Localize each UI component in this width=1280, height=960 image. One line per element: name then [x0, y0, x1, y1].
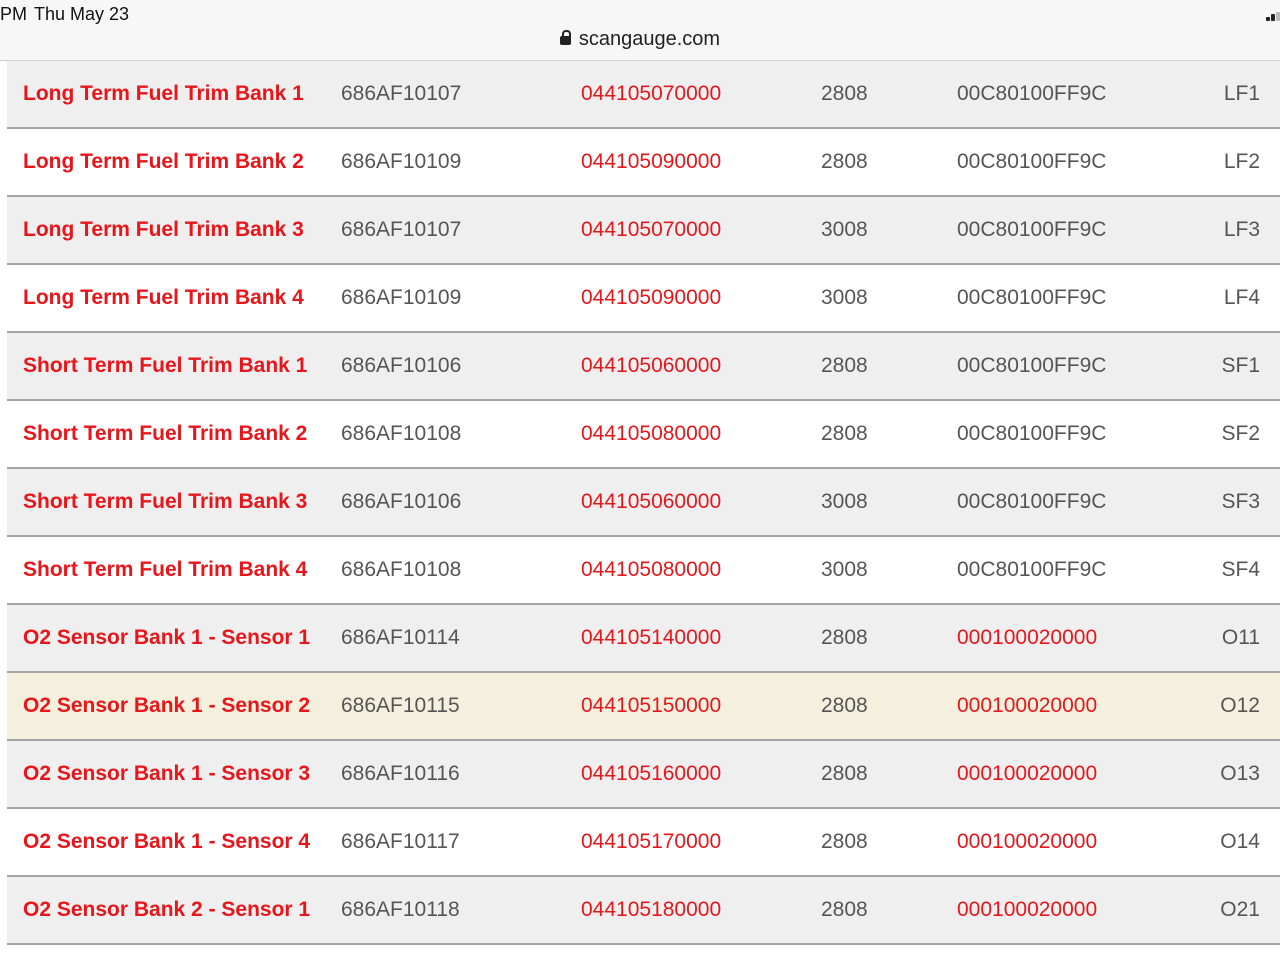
- row-rxd: 2808: [821, 422, 868, 445]
- row-mth: 00C80100FF9C: [957, 82, 1107, 105]
- row-code: LF1: [1223, 82, 1260, 105]
- row-mth: 00C80100FF9C: [957, 150, 1107, 173]
- row-name: Short Term Fuel Trim Bank 1: [23, 354, 308, 377]
- table-row: O2 Sensor Bank 2 - Sensor 1 686AF10118 0…: [7, 877, 1280, 945]
- row-txd: 686AF10117: [341, 830, 460, 853]
- row-mth: 000100020000: [957, 762, 1098, 785]
- row-mth: 00C80100FF9C: [957, 218, 1107, 241]
- row-mth: 000100020000: [957, 830, 1098, 853]
- table-row: Short Term Fuel Trim Bank 2 686AF10108 0…: [7, 401, 1280, 469]
- address-bar[interactable]: scangauge.com: [0, 28, 1280, 51]
- row-txd: 686AF10109: [341, 150, 462, 173]
- row-code: O21: [1220, 898, 1260, 921]
- row-rxd: 3008: [821, 218, 868, 241]
- row-name: Short Term Fuel Trim Bank 3: [23, 490, 308, 513]
- table-row: Long Term Fuel Trim Bank 2 686AF10109 04…: [7, 129, 1280, 197]
- row-mth: 000100020000: [957, 694, 1098, 717]
- row-name: O2 Sensor Bank 1 - Sensor 1: [23, 626, 311, 649]
- table-row: Short Term Fuel Trim Bank 1 686AF10106 0…: [7, 333, 1280, 401]
- row-mth: 000100020000: [957, 626, 1098, 649]
- pid-table: Long Term Fuel Trim Bank 1 686AF10107 04…: [7, 61, 1280, 945]
- address-url: scangauge.com: [578, 28, 721, 50]
- row-txd: 686AF10109: [341, 286, 462, 309]
- table-row: O2 Sensor Bank 1 - Sensor 3 686AF10116 0…: [7, 741, 1280, 809]
- row-rxf: 044105180000: [581, 898, 722, 921]
- row-rxf: 044105090000: [581, 286, 722, 309]
- row-txd: 686AF10108: [341, 422, 462, 445]
- row-rxf: 044105070000: [581, 218, 722, 241]
- row-rxf: 044105070000: [581, 82, 722, 105]
- row-rxd: 2808: [821, 150, 868, 173]
- status-bar: PM Thu May 23 scangauge.com: [0, 0, 1280, 60]
- row-rxf: 044105080000: [581, 558, 722, 581]
- signal-icon: [1266, 12, 1280, 21]
- row-code: LF4: [1223, 286, 1260, 309]
- row-name: O2 Sensor Bank 1 - Sensor 3: [23, 762, 311, 785]
- row-rxf: 044105150000: [581, 694, 722, 717]
- table-row: Long Term Fuel Trim Bank 4 686AF10109 04…: [7, 265, 1280, 333]
- row-rxf: 044105170000: [581, 830, 722, 853]
- row-name: Short Term Fuel Trim Bank 2: [23, 422, 308, 445]
- row-rxd: 2808: [821, 762, 868, 785]
- status-time: PM: [0, 4, 27, 24]
- row-name: O2 Sensor Bank 1 - Sensor 4: [23, 830, 311, 853]
- row-txd: 686AF10114: [341, 626, 460, 649]
- row-rxf: 044105080000: [581, 422, 722, 445]
- row-code: O11: [1221, 626, 1260, 649]
- row-code: SF4: [1221, 558, 1260, 581]
- row-name: Short Term Fuel Trim Bank 4: [23, 558, 308, 581]
- row-rxf: 044105090000: [581, 150, 722, 173]
- row-rxd: 2808: [821, 694, 868, 717]
- table-row: Long Term Fuel Trim Bank 3 686AF10107 04…: [7, 197, 1280, 265]
- row-txd: 686AF10118: [341, 898, 460, 921]
- row-rxf: 044105140000: [581, 626, 722, 649]
- row-code: SF2: [1221, 422, 1260, 445]
- row-rxf: 044105060000: [581, 490, 722, 513]
- row-mth: 00C80100FF9C: [957, 490, 1107, 513]
- row-code: LF3: [1223, 218, 1260, 241]
- row-code: SF3: [1221, 490, 1260, 513]
- row-txd: 686AF10115: [341, 694, 460, 717]
- row-name: Long Term Fuel Trim Bank 4: [23, 286, 304, 309]
- row-txd: 686AF10108: [341, 558, 462, 581]
- row-rxd: 2808: [821, 830, 868, 853]
- table-row: Long Term Fuel Trim Bank 1 686AF10107 04…: [7, 61, 1280, 129]
- row-mth: 00C80100FF9C: [957, 558, 1107, 581]
- row-rxd: 2808: [821, 82, 868, 105]
- table-row: Short Term Fuel Trim Bank 3 686AF10106 0…: [7, 469, 1280, 537]
- row-name: O2 Sensor Bank 1 - Sensor 2: [23, 694, 311, 717]
- row-rxf: 044105060000: [581, 354, 722, 377]
- row-rxd: 2808: [821, 898, 868, 921]
- row-code: O12: [1220, 694, 1260, 717]
- status-date: Thu May 23: [34, 4, 130, 24]
- row-rxd: 3008: [821, 286, 868, 309]
- row-txd: 686AF10106: [341, 354, 462, 377]
- row-txd: 686AF10107: [341, 82, 462, 105]
- row-code: LF2: [1223, 150, 1260, 173]
- row-mth: 00C80100FF9C: [957, 422, 1107, 445]
- row-code: O13: [1220, 762, 1260, 785]
- row-rxd: 3008: [821, 558, 868, 581]
- row-name: O2 Sensor Bank 2 - Sensor 1: [23, 898, 311, 921]
- table-row: Short Term Fuel Trim Bank 4 686AF10108 0…: [7, 537, 1280, 605]
- table-row: O2 Sensor Bank 1 - Sensor 4 686AF10117 0…: [7, 809, 1280, 877]
- row-rxf: 044105160000: [581, 762, 722, 785]
- row-txd: 686AF10116: [341, 762, 460, 785]
- row-name: Long Term Fuel Trim Bank 1: [23, 82, 304, 105]
- row-code: O14: [1220, 830, 1260, 853]
- lock-icon: [559, 30, 571, 45]
- row-code: SF1: [1221, 354, 1260, 377]
- row-rxd: 3008: [821, 490, 868, 513]
- row-name: Long Term Fuel Trim Bank 3: [23, 218, 304, 241]
- table-row-highlighted: O2 Sensor Bank 1 - Sensor 2 686AF10115 0…: [7, 673, 1280, 741]
- row-rxd: 2808: [821, 354, 868, 377]
- row-txd: 686AF10107: [341, 218, 462, 241]
- row-rxd: 2808: [821, 626, 868, 649]
- row-txd: 686AF10106: [341, 490, 462, 513]
- row-mth: 00C80100FF9C: [957, 354, 1107, 377]
- row-mth: 00C80100FF9C: [957, 286, 1107, 309]
- table-row: O2 Sensor Bank 1 - Sensor 1 686AF10114 0…: [7, 605, 1280, 673]
- row-name: Long Term Fuel Trim Bank 2: [23, 150, 304, 173]
- row-mth: 000100020000: [957, 898, 1098, 921]
